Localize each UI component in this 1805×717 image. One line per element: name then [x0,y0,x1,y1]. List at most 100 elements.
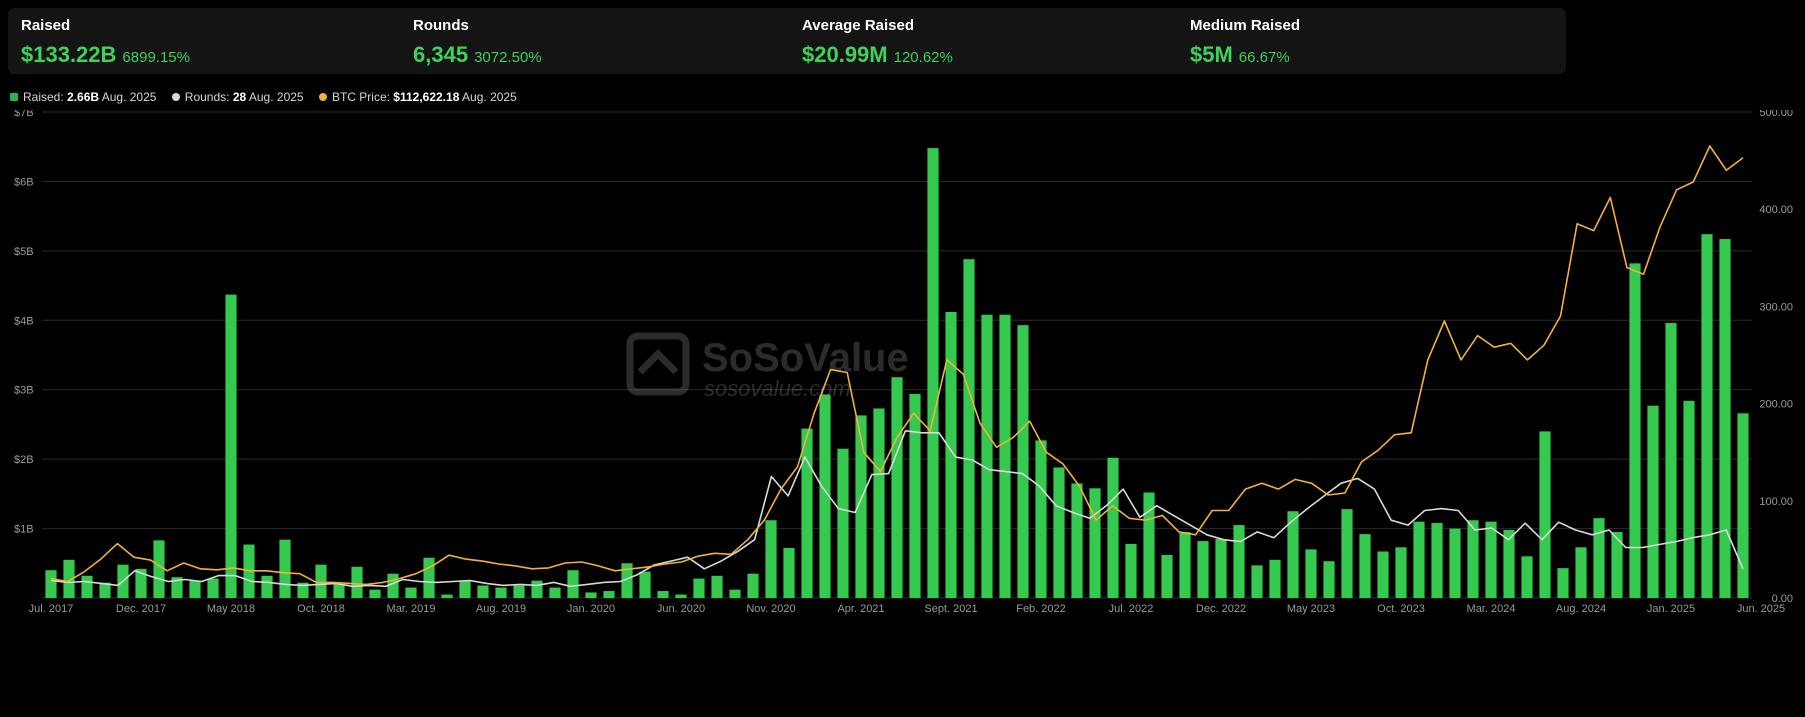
card-value: $20.99M [802,42,888,67]
chart-legend: Raised: 2.66B Aug. 2025 Rounds: 28 Aug. … [10,90,529,106]
raised-bar [639,572,650,598]
card-value: 6,345 [413,42,468,67]
left-tick-label: $6B [14,176,34,188]
raised-bar [675,595,686,598]
raised-bar [747,574,758,598]
raised-bar [1017,325,1028,598]
raised-bar [1557,568,1568,598]
x-tick-label: Mar. 2019 [387,603,436,615]
legend-label: Rounds: [185,90,230,104]
right-axis: 500.00400.00300.00200.00100.000.00 [1759,110,1793,605]
raised-bar [1377,551,1388,598]
raised-bar [1179,532,1190,598]
raised-bar [1737,413,1748,598]
raised-bar [477,586,488,598]
card-title: Average Raised [802,17,914,34]
raised-bar [459,581,470,598]
legend-item-raised[interactable]: Raised: 2.66B Aug. 2025 [10,90,156,104]
raised-bar [1701,234,1712,598]
raised-bar [1665,323,1676,598]
card-average-raised: Average Raised $20.99M120.62% [789,8,1233,74]
x-tick-label: May 2018 [207,603,255,615]
raised-bar [1683,401,1694,598]
raised-bar [495,588,506,598]
x-tick-label: Dec. 2022 [1196,603,1246,615]
sosovalue-logo-icon [630,336,686,392]
raised-bar [423,558,434,598]
raised-bar [333,584,344,598]
raised-bar [1251,565,1262,598]
right-tick-label: 200.00 [1759,399,1793,411]
card-raised: Raised $133.22B6899.15% [8,8,452,74]
raised-bar [1593,518,1604,598]
left-tick-label: $7B [14,110,34,119]
legend-value: $112,622.18 [393,90,459,104]
raised-bar [549,588,560,598]
raised-bar [1539,431,1550,598]
raised-bar [1395,547,1406,598]
x-tick-label: Jan. 2020 [567,603,615,615]
raised-bar [315,565,326,598]
raised-bar [999,315,1010,598]
x-tick-label: Jul. 2017 [29,603,74,615]
summary-cards: Raised $133.22B6899.15% Rounds 6,345 3072… [8,8,1798,74]
x-tick-label: Feb. 2022 [1016,603,1066,615]
x-tick-label: Jun. 2020 [657,603,705,615]
legend-item-rounds[interactable]: Rounds: 28 Aug. 2025 [172,90,304,104]
raised-bar [1071,483,1082,598]
card-title: Medium Raised [1190,17,1300,34]
legend-value: 2.66B [67,90,99,104]
raised-bar [405,588,416,598]
right-tick-label: 500.00 [1759,110,1793,119]
raised-bar [153,540,164,598]
raised-bar [585,592,596,598]
left-axis: $7B$6B$5B$4B$3B$2B$1B [14,110,34,536]
raised-bar [1575,547,1586,598]
card-title: Rounds [413,17,469,34]
card-value-row: $133.22B6899.15% [21,42,190,68]
legend-date: Aug. 2025 [102,90,157,104]
legend-date: Aug. 2025 [249,90,304,104]
left-tick-label: $1B [14,524,34,536]
left-tick-label: $4B [14,315,34,327]
right-tick-label: 100.00 [1759,496,1793,508]
legend-item-btc-price[interactable]: BTC Price: $112,622.18 Aug. 2025 [319,90,517,104]
raised-bar [909,394,920,598]
x-tick-label: Oct. 2018 [297,603,345,615]
raised-bar [351,567,362,598]
raised-bar [531,581,542,598]
raised-bar [279,540,290,598]
x-tick-label: May 2023 [1287,603,1335,615]
right-tick-label: 300.00 [1759,301,1793,313]
raised-bar [1449,529,1460,598]
card-change: 3072.50% [474,49,542,66]
x-tick-label: Sept. 2021 [924,603,977,615]
raised-bar [963,259,974,598]
legend-swatch-rounds [172,93,180,101]
raised-bar [1413,522,1424,598]
legend-swatch-raised [10,93,18,101]
raised-bar [1233,525,1244,598]
raised-bar [801,429,812,598]
legend-value: 28 [233,90,246,104]
raised-bar [1323,561,1334,598]
card-value-row: $5M66.67% [1190,42,1290,68]
card-value: $133.22B [21,42,116,67]
raised-bar [657,591,668,598]
raised-bar [567,570,578,598]
right-tick-label: 400.00 [1759,204,1793,216]
raised-bar [837,449,848,598]
legend-label: Raised: [23,90,64,104]
raised-bar [441,595,452,598]
raised-bar [1161,555,1172,598]
raised-bar [729,590,740,598]
x-tick-label: Aug. 2024 [1556,603,1606,615]
raised-bar [927,148,938,598]
raised-bar [1341,509,1352,598]
card-change: 66.67% [1239,49,1290,66]
raised-bar [783,548,794,598]
legend-label: BTC Price: [332,90,390,104]
x-tick-label: Jun. 2025 [1737,603,1785,615]
left-tick-label: $3B [14,385,34,397]
legend-date: Aug. 2025 [462,90,517,104]
